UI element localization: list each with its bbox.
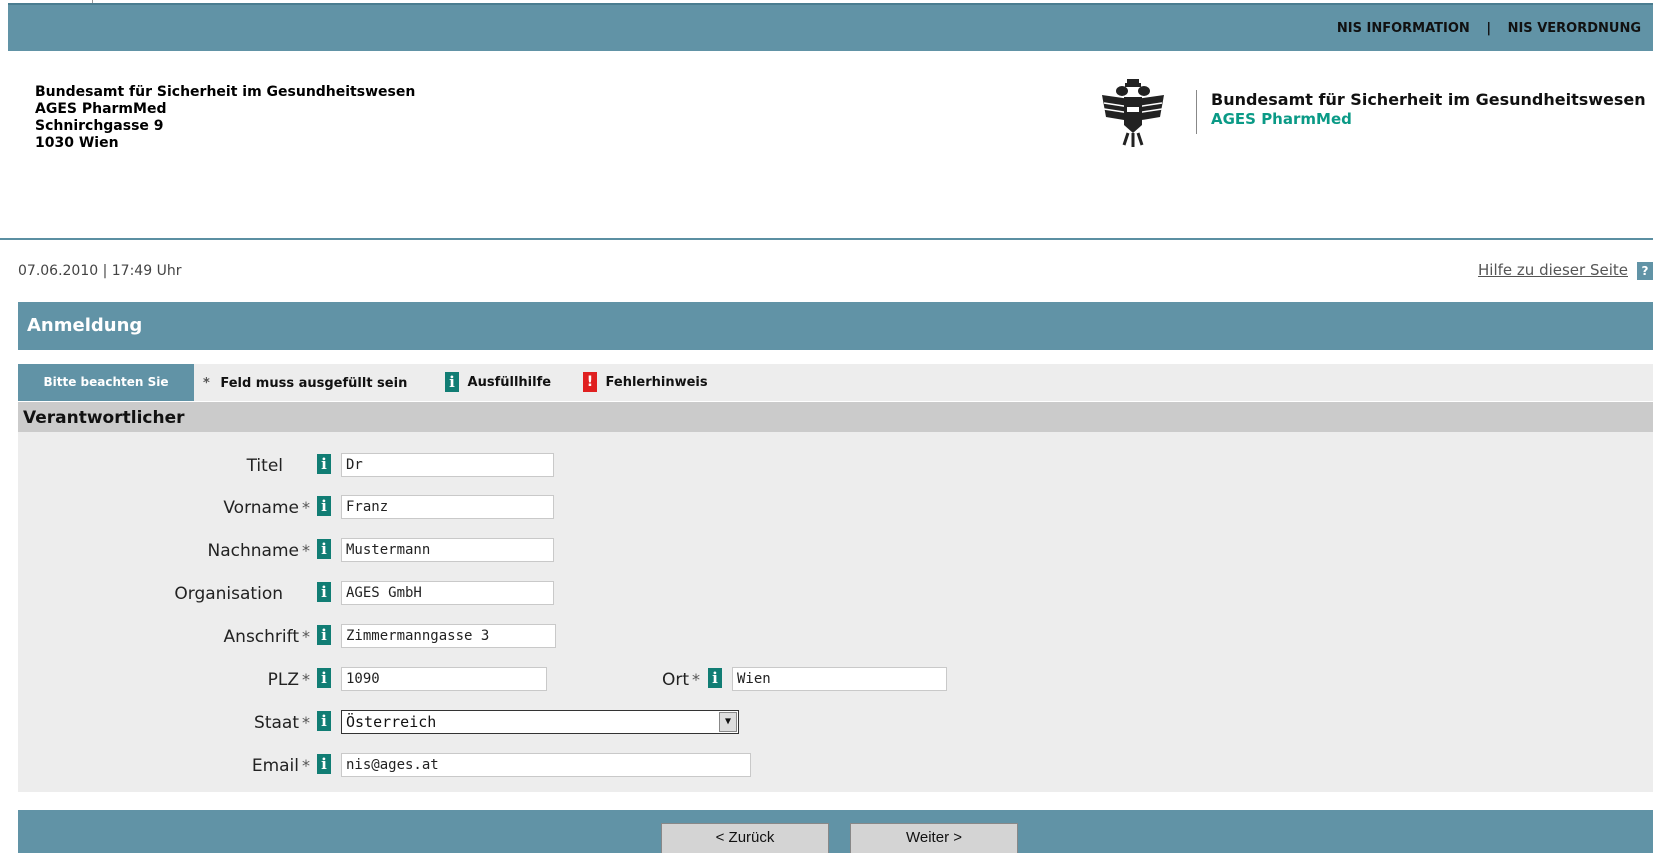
info-icon: i xyxy=(445,372,459,392)
brand-name: Bundesamt für Sicherheit im Gesundheitsw… xyxy=(1211,90,1646,109)
page-title: Anmeldung xyxy=(27,315,143,336)
section-header: Verantwortlicher xyxy=(18,402,1653,432)
legend-required-text: Feld muss ausgefüllt sein xyxy=(220,376,408,391)
notice-tag: Bitte beachten Sie xyxy=(18,364,194,401)
anschrift-info-icon[interactable]: i xyxy=(317,625,331,645)
vorname-label-text: Vorname xyxy=(223,498,299,518)
titel-label: Titel* xyxy=(200,456,294,476)
staat-required-icon: * xyxy=(302,713,310,732)
email-input[interactable] xyxy=(341,753,751,777)
nachname-label: Nachname * xyxy=(160,541,310,561)
organisation-input[interactable] xyxy=(341,581,554,605)
ort-input[interactable] xyxy=(732,667,947,691)
sender-address: Bundesamt für Sicherheit im Gesundheitsw… xyxy=(35,84,415,152)
footer-bar xyxy=(18,810,1653,853)
email-label: Email * xyxy=(200,756,310,776)
vorname-required-icon: * xyxy=(302,498,310,517)
email-info-icon[interactable]: i xyxy=(317,754,331,774)
email-required-icon: * xyxy=(302,756,310,775)
ort-label: Ort * xyxy=(620,670,700,690)
vorname-info-icon[interactable]: i xyxy=(317,496,331,516)
nav-nis-verordnung[interactable]: NIS VERORDNUNG xyxy=(1508,21,1641,36)
plz-required-icon: * xyxy=(302,670,310,689)
error-icon: ! xyxy=(583,372,597,392)
date-time: 07.06.2010 | 17:49 Uhr xyxy=(18,263,182,279)
staat-select[interactable]: Österreich ▼ xyxy=(341,710,739,734)
top-navigation-bar: NIS INFORMATION | NIS VERORDNUNG xyxy=(8,3,1653,51)
help-link[interactable]: Hilfe zu dieser Seite xyxy=(1478,261,1628,279)
ort-label-text: Ort xyxy=(661,670,689,690)
address-line-agency: Bundesamt für Sicherheit im Gesundheitsw… xyxy=(35,84,416,100)
nav-nis-information[interactable]: NIS INFORMATION xyxy=(1337,21,1470,36)
nav-separator: | xyxy=(1486,21,1492,36)
staat-label-text: Staat xyxy=(254,713,299,733)
staat-selected-value: Österreich xyxy=(346,713,437,731)
anschrift-required-icon: * xyxy=(302,627,310,646)
legend-info: i Ausfüllhilfe xyxy=(445,372,551,392)
next-button[interactable]: Weiter > xyxy=(850,823,1018,853)
legend-error: ! Fehlerhinweis xyxy=(583,372,708,392)
titel-label-text: Titel xyxy=(246,456,283,476)
nachname-input[interactable] xyxy=(341,538,554,562)
dropdown-arrow-icon[interactable]: ▼ xyxy=(719,712,737,732)
anschrift-label: Anschrift * xyxy=(180,627,310,647)
legend-required: * Feld muss ausgefüllt sein xyxy=(203,376,407,391)
nachname-required-icon: * xyxy=(302,541,310,560)
header-divider xyxy=(0,238,1653,240)
staat-label: Staat * xyxy=(200,713,310,733)
nachname-info-icon[interactable]: i xyxy=(317,539,331,559)
help-icon[interactable]: ? xyxy=(1637,262,1653,280)
form-area xyxy=(18,432,1653,792)
vorname-label: Vorname * xyxy=(180,498,310,518)
legend-info-text: Ausfüllhilfe xyxy=(467,374,552,390)
plz-label: PLZ * xyxy=(200,670,310,690)
address-line-department: AGES PharmMed xyxy=(35,101,167,117)
organisation-label-text: Organisation xyxy=(174,584,283,604)
email-label-text: Email xyxy=(251,756,299,776)
ort-info-icon[interactable]: i xyxy=(708,668,722,688)
notice-bar: Bitte beachten Sie * Feld muss ausgefüll… xyxy=(18,364,1653,401)
back-button[interactable]: < Zurück xyxy=(661,823,829,853)
address-line-city: 1030 Wien xyxy=(35,135,119,151)
window-tab-edge xyxy=(92,0,553,3)
legend-error-text: Fehlerhinweis xyxy=(605,374,708,390)
plz-info-icon[interactable]: i xyxy=(317,668,331,688)
plz-input[interactable] xyxy=(341,667,547,691)
organisation-label: Organisation* xyxy=(150,584,294,604)
top-nav: NIS INFORMATION | NIS VERORDNUNG xyxy=(1337,21,1641,36)
brand-subname: AGES PharmMed xyxy=(1211,110,1352,128)
address-line-street: Schnirchgasse 9 xyxy=(35,118,164,134)
nachname-label-text: Nachname xyxy=(207,541,299,561)
required-star-icon: * xyxy=(203,376,210,391)
agency-brand: Bundesamt für Sicherheit im Gesundheitsw… xyxy=(1196,90,1646,134)
titel-info-icon[interactable]: i xyxy=(317,454,331,474)
vorname-input[interactable] xyxy=(341,495,554,519)
anschrift-input[interactable] xyxy=(341,624,556,648)
austrian-eagle-icon xyxy=(1102,79,1164,147)
organisation-info-icon[interactable]: i xyxy=(317,582,331,602)
anschrift-label-text: Anschrift xyxy=(223,627,299,647)
titel-input[interactable] xyxy=(341,453,554,477)
plz-label-text: PLZ xyxy=(267,670,299,690)
staat-info-icon[interactable]: i xyxy=(317,711,331,731)
section-title: Verantwortlicher xyxy=(23,408,185,428)
ort-required-icon: * xyxy=(692,670,700,689)
page-title-bar: Anmeldung xyxy=(18,302,1653,350)
